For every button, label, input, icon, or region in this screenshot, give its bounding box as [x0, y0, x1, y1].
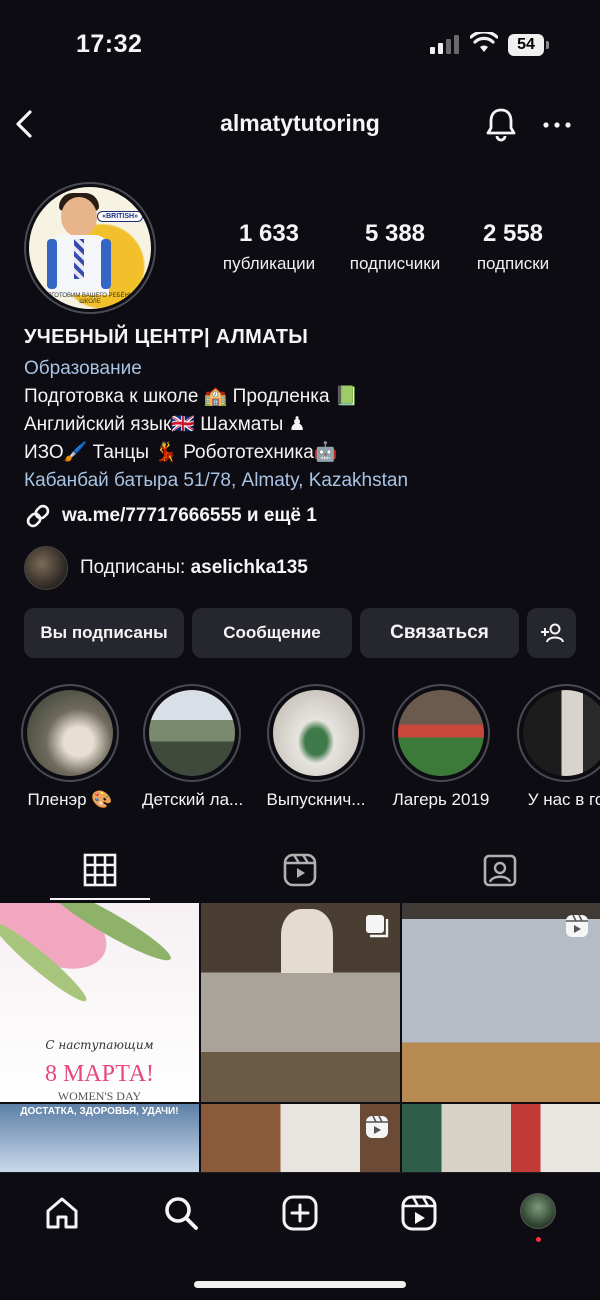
notification-dot	[536, 1237, 541, 1242]
followed-by-user: aselichka135	[190, 557, 308, 578]
stat-posts-label: публикации	[222, 254, 316, 273]
highlight-item[interactable]: Выпускнич...	[266, 684, 366, 810]
stat-following-label: подписки	[476, 254, 550, 273]
stat-followers-value: 5 388	[364, 220, 426, 247]
post-thumbnail[interactable]	[201, 1104, 400, 1172]
bio-line: ИЗО🖌️ Танцы 💃 Робототехника🤖	[24, 442, 338, 463]
follower-avatar	[24, 546, 68, 590]
more-options-icon[interactable]	[542, 110, 572, 140]
reel-icon	[366, 1115, 388, 1138]
cellular-signal-icon	[430, 35, 459, 54]
grid-tab-icon[interactable]	[80, 850, 120, 890]
profile-avatar-image: «BRITISH» ПОДГОТОВИМ ВАШЕГО РЕБЁНКА К ШК…	[29, 187, 151, 309]
stat-followers-label: подписчики	[349, 254, 441, 273]
profile-category[interactable]: Образование	[24, 355, 584, 383]
home-indicator	[194, 1281, 406, 1288]
profile-display-name: УЧЕБНЫЙ ЦЕНТР| АЛМАТЫ	[24, 326, 309, 348]
highlight-cover	[523, 690, 600, 776]
highlight-cover	[273, 690, 359, 776]
highlight-label: У нас в го	[527, 790, 600, 809]
post-text: WOMEN'S DAY	[57, 1089, 142, 1102]
bio-line: Английский язык🇬🇧 Шахматы ♟	[24, 414, 306, 435]
profile-address-link[interactable]: Кабанбай батыра 51/78, Almaty, Kazakhsta…	[24, 467, 584, 495]
followed-by-text: Подписаны: aselichka135	[80, 557, 308, 579]
bio-line: Подготовка к школе 🏫 Продленка 📗	[24, 386, 359, 407]
highlight-item[interactable]: Лагерь 2019	[391, 684, 491, 810]
highlight-cover	[398, 690, 484, 776]
link-icon	[26, 504, 50, 528]
highlight-cover	[27, 690, 113, 776]
create-post-icon[interactable]	[280, 1193, 320, 1233]
avatar-caption-text: ПОДГОТОВИМ ВАШЕГО РЕБЁНКА К ШКОЛЕ	[38, 293, 142, 305]
profile-avatar[interactable]: «BRITISH» ПОДГОТОВИМ ВАШЕГО РЕБЁНКА К ШК…	[24, 182, 156, 314]
avatar-badge-text: «BRITISH»	[97, 211, 143, 222]
active-tab-indicator	[50, 898, 150, 900]
add-person-icon	[540, 623, 564, 643]
highlight-label: Лагерь 2019	[392, 790, 490, 809]
post-text: 8 МАРТА!	[44, 1061, 155, 1087]
profile-nav-avatar[interactable]	[520, 1193, 556, 1229]
home-icon[interactable]	[42, 1193, 82, 1233]
stat-posts-value: 1 633	[238, 220, 300, 247]
highlight-item[interactable]: У нас в го	[516, 684, 600, 810]
reel-icon	[566, 914, 588, 937]
followed-by-label: Подписаны:	[80, 557, 191, 578]
reels-tab-icon[interactable]	[280, 850, 320, 890]
post-thumbnail[interactable]	[201, 903, 400, 1102]
battery-level: 54	[508, 34, 544, 56]
highlight-item[interactable]: Детский ла...	[142, 684, 242, 810]
post-thumbnail[interactable]: ДОСТАТКА, ЗДОРОВЬЯ, УДАЧИ!	[0, 1104, 199, 1172]
stat-following-value: 2 558	[482, 220, 544, 247]
tagged-tab-icon[interactable]	[480, 850, 520, 890]
profile-bio: УЧЕБНЫЙ ЦЕНТР| АЛМАТЫ Образование Подгот…	[24, 326, 584, 495]
carousel-icon	[366, 915, 389, 938]
post-thumbnail[interactable]: С наступающим 8 МАРТА! WOMEN'S DAY	[0, 903, 199, 1102]
status-bar: 17:32 54	[0, 0, 600, 90]
wifi-icon	[470, 32, 498, 52]
stat-followers[interactable]: 5 388 подписчики	[334, 220, 456, 274]
post-text: ДОСТАТКА, ЗДОРОВЬЯ, УДАЧИ!	[20, 1106, 179, 1117]
post-thumbnail[interactable]	[402, 903, 600, 1102]
highlight-item[interactable]: Пленэр 🎨	[20, 684, 120, 810]
highlight-label: Выпускнич...	[266, 790, 366, 809]
profile-link-text: wa.me/77717666555 и ещё 1	[62, 505, 317, 526]
search-icon[interactable]	[161, 1193, 201, 1233]
profile-website-link[interactable]: wa.me/77717666555 и ещё 1	[24, 502, 317, 530]
stat-following[interactable]: 2 558 подписки	[456, 220, 570, 274]
contact-button[interactable]: Связаться	[360, 608, 519, 658]
highlight-label: Детский ла...	[142, 790, 242, 809]
post-text: С наступающим	[45, 1038, 154, 1052]
followed-by[interactable]: Подписаны: aselichka135	[24, 546, 308, 590]
highlight-label: Пленэр 🎨	[27, 790, 113, 809]
status-time: 17:32	[76, 30, 143, 58]
highlight-cover	[149, 690, 235, 776]
message-button[interactable]: Сообщение	[192, 608, 352, 658]
add-person-button[interactable]	[527, 608, 576, 658]
post-thumbnail[interactable]	[402, 1104, 600, 1172]
battery-icon: 54	[508, 34, 550, 56]
stat-posts[interactable]: 1 633 публикации	[208, 220, 330, 274]
bottom-navigation	[0, 1172, 600, 1300]
following-button[interactable]: Вы подписаны	[24, 608, 184, 658]
bell-icon[interactable]	[484, 104, 518, 144]
reels-icon[interactable]	[399, 1193, 439, 1233]
